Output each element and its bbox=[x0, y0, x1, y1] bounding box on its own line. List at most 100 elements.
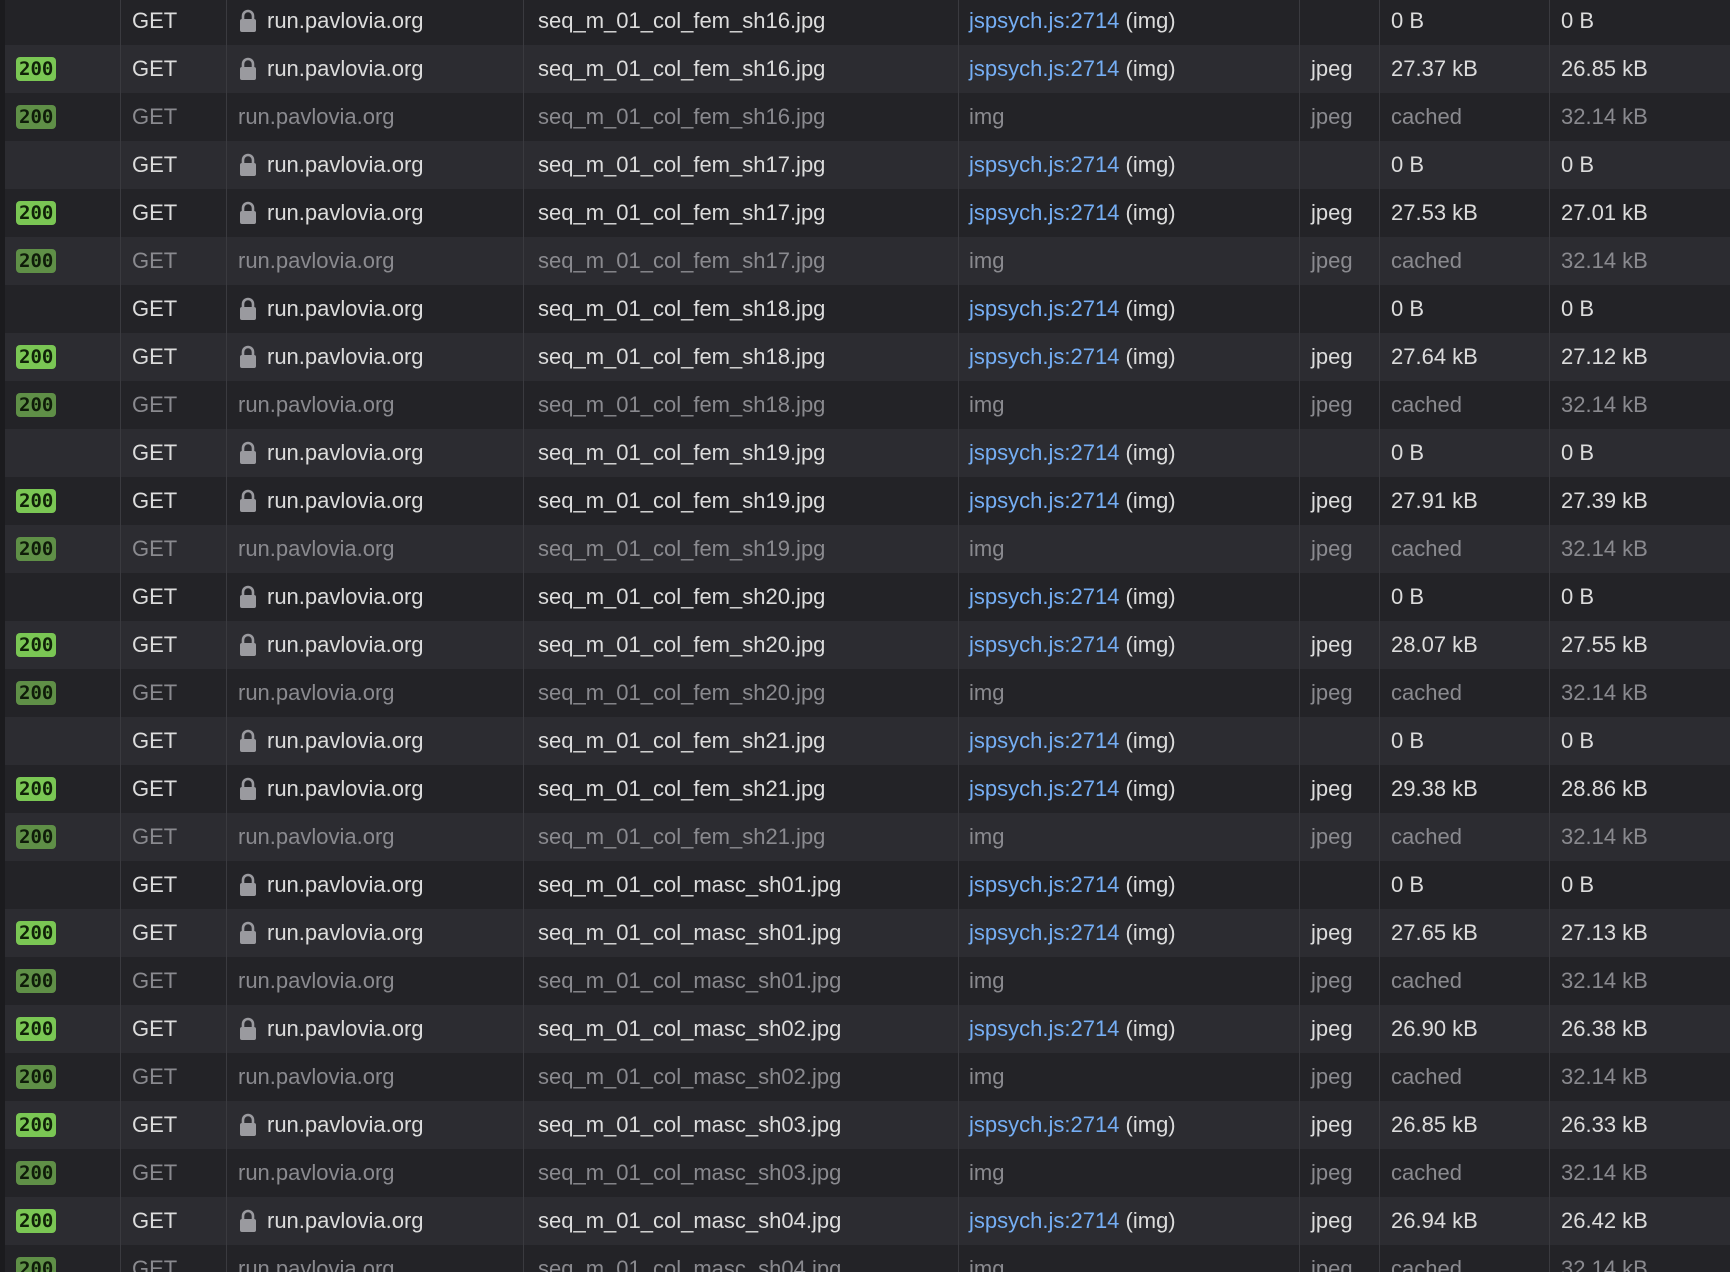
initiator-cell: img bbox=[959, 1149, 1300, 1197]
method-cell: GET bbox=[121, 525, 227, 573]
lock-icon bbox=[238, 297, 258, 321]
request-row[interactable]: 200 GET run.pavlovia.org seq_m_01_col_fe… bbox=[5, 93, 1730, 141]
domain-cell: run.pavlovia.org bbox=[227, 45, 524, 93]
lock-icon bbox=[238, 441, 258, 465]
initiator-link[interactable]: jspsych.js:2714 bbox=[969, 440, 1119, 466]
method-cell: GET bbox=[121, 1005, 227, 1053]
transferred-cell: 0 B bbox=[1380, 285, 1550, 333]
transferred-cell: 26.85 kB bbox=[1380, 1101, 1550, 1149]
initiator-link[interactable]: jspsych.js:2714 bbox=[969, 1016, 1119, 1042]
request-row[interactable]: GET run.pavlovia.org seq_m_01_col_fem_sh… bbox=[5, 285, 1730, 333]
request-row[interactable]: 200 GET run.pavlovia.org seq_m_01_col_fe… bbox=[5, 189, 1730, 237]
initiator-type: (img) bbox=[1119, 728, 1176, 753]
transferred-cell: 26.90 kB bbox=[1380, 1005, 1550, 1053]
initiator-link[interactable]: jspsych.js:2714 bbox=[969, 1112, 1119, 1138]
request-row[interactable]: 200 GET run.pavlovia.org seq_m_01_col_fe… bbox=[5, 45, 1730, 93]
initiator-link[interactable]: jspsych.js:2714 bbox=[969, 728, 1119, 754]
request-row[interactable]: 200 GET run.pavlovia.org seq_m_01_col_fe… bbox=[5, 765, 1730, 813]
network-request-list: GET run.pavlovia.org seq_m_01_col_fem_sh… bbox=[0, 0, 1730, 1272]
request-row[interactable]: 200 GET run.pavlovia.org seq_m_01_col_fe… bbox=[5, 525, 1730, 573]
method-cell: GET bbox=[121, 717, 227, 765]
request-row[interactable]: 200 GET run.pavlovia.org seq_m_01_col_fe… bbox=[5, 237, 1730, 285]
transferred-cell: 0 B bbox=[1380, 861, 1550, 909]
request-row[interactable]: 200 GET run.pavlovia.org seq_m_01_col_fe… bbox=[5, 621, 1730, 669]
request-row[interactable]: 200 GET run.pavlovia.org seq_m_01_col_fe… bbox=[5, 477, 1730, 525]
status-badge: 200 bbox=[16, 489, 57, 513]
request-row[interactable]: GET run.pavlovia.org seq_m_01_col_fem_sh… bbox=[5, 141, 1730, 189]
request-row[interactable]: GET run.pavlovia.org seq_m_01_col_fem_sh… bbox=[5, 573, 1730, 621]
status-badge: 200 bbox=[16, 1161, 57, 1185]
domain-text: run.pavlovia.org bbox=[267, 152, 424, 177]
initiator-link[interactable]: jspsych.js:2714 bbox=[969, 632, 1119, 658]
request-row[interactable]: 200 GET run.pavlovia.org seq_m_01_col_ma… bbox=[5, 1197, 1730, 1245]
request-row[interactable]: 200 GET run.pavlovia.org seq_m_01_col_ma… bbox=[5, 1149, 1730, 1197]
request-row[interactable]: 200 GET run.pavlovia.org seq_m_01_col_ma… bbox=[5, 1101, 1730, 1149]
file-cell: seq_m_01_col_fem_sh16.jpg bbox=[524, 0, 959, 45]
request-row[interactable]: 200 GET run.pavlovia.org seq_m_01_col_fe… bbox=[5, 813, 1730, 861]
request-row[interactable]: 200 GET run.pavlovia.org seq_m_01_col_ma… bbox=[5, 1053, 1730, 1101]
type-cell: jpeg bbox=[1300, 813, 1380, 861]
request-row[interactable]: 200 GET run.pavlovia.org seq_m_01_col_ma… bbox=[5, 957, 1730, 1005]
initiator-link[interactable]: jspsych.js:2714 bbox=[969, 152, 1119, 178]
request-row[interactable]: 200 GET run.pavlovia.org seq_m_01_col_ma… bbox=[5, 1005, 1730, 1053]
initiator-type: img bbox=[969, 104, 1005, 129]
status-badge: 200 bbox=[16, 633, 57, 657]
status-badge: 200 bbox=[16, 825, 57, 849]
status-cell bbox=[5, 717, 121, 765]
initiator-link[interactable]: jspsych.js:2714 bbox=[969, 1208, 1119, 1234]
type-cell bbox=[1300, 573, 1380, 621]
size-cell: 32.14 kB bbox=[1561, 248, 1648, 273]
initiator-link[interactable]: jspsych.js:2714 bbox=[969, 8, 1119, 34]
domain-cell: run.pavlovia.org bbox=[227, 381, 524, 429]
method-cell: GET bbox=[121, 1245, 227, 1272]
lock-icon bbox=[238, 1017, 258, 1041]
size-cell: 27.12 kB bbox=[1561, 344, 1648, 369]
request-row[interactable]: 200 GET run.pavlovia.org seq_m_01_col_fe… bbox=[5, 333, 1730, 381]
initiator-link[interactable]: jspsych.js:2714 bbox=[969, 200, 1119, 226]
transferred-cell: 26.94 kB bbox=[1380, 1197, 1550, 1245]
initiator-type: img bbox=[969, 1064, 1005, 1089]
initiator-link[interactable]: jspsych.js:2714 bbox=[969, 344, 1119, 370]
request-row[interactable]: 200 GET run.pavlovia.org seq_m_01_col_fe… bbox=[5, 669, 1730, 717]
size-cell: 32.14 kB bbox=[1561, 1064, 1648, 1089]
initiator-cell: jspsych.js:2714 (img) bbox=[959, 621, 1300, 669]
transferred-cell: 0 B bbox=[1380, 141, 1550, 189]
request-row[interactable]: 200 GET run.pavlovia.org seq_m_01_col_ma… bbox=[5, 909, 1730, 957]
domain-cell: run.pavlovia.org bbox=[227, 1101, 524, 1149]
request-row[interactable]: GET run.pavlovia.org seq_m_01_col_masc_s… bbox=[5, 861, 1730, 909]
domain-text: run.pavlovia.org bbox=[267, 56, 424, 81]
request-row[interactable]: GET run.pavlovia.org seq_m_01_col_fem_sh… bbox=[5, 429, 1730, 477]
initiator-cell: jspsych.js:2714 (img) bbox=[959, 0, 1300, 45]
initiator-type: (img) bbox=[1119, 56, 1176, 81]
status-cell bbox=[5, 141, 121, 189]
request-row[interactable]: 200 GET run.pavlovia.org seq_m_01_col_fe… bbox=[5, 381, 1730, 429]
request-row[interactable]: GET run.pavlovia.org seq_m_01_col_fem_sh… bbox=[5, 0, 1730, 45]
initiator-link[interactable]: jspsych.js:2714 bbox=[969, 920, 1119, 946]
status-cell: 200 bbox=[5, 765, 121, 813]
initiator-link[interactable]: jspsych.js:2714 bbox=[969, 296, 1119, 322]
transferred-cell: cached bbox=[1380, 237, 1550, 285]
domain-cell: run.pavlovia.org bbox=[227, 957, 524, 1005]
initiator-link[interactable]: jspsych.js:2714 bbox=[969, 488, 1119, 514]
domain-cell: run.pavlovia.org bbox=[227, 141, 524, 189]
initiator-type: img bbox=[969, 824, 1005, 849]
status-badge: 200 bbox=[16, 201, 57, 225]
initiator-link[interactable]: jspsych.js:2714 bbox=[969, 776, 1119, 802]
initiator-link[interactable]: jspsych.js:2714 bbox=[969, 872, 1119, 898]
initiator-link[interactable]: jspsych.js:2714 bbox=[969, 584, 1119, 610]
initiator-type: (img) bbox=[1119, 872, 1176, 897]
initiator-type: img bbox=[969, 248, 1005, 273]
domain-cell: run.pavlovia.org bbox=[227, 1245, 524, 1272]
initiator-link[interactable]: jspsych.js:2714 bbox=[969, 56, 1119, 82]
method-cell: GET bbox=[121, 669, 227, 717]
file-cell: seq_m_01_col_fem_sh19.jpg bbox=[524, 477, 959, 525]
request-row[interactable]: 200 GET run.pavlovia.org seq_m_01_col_ma… bbox=[5, 1245, 1730, 1272]
method-cell: GET bbox=[121, 189, 227, 237]
status-badge: 200 bbox=[16, 921, 57, 945]
transferred-cell: cached bbox=[1380, 1149, 1550, 1197]
size-cell: 0 B bbox=[1561, 440, 1595, 465]
initiator-cell: jspsych.js:2714 (img) bbox=[959, 1197, 1300, 1245]
request-row[interactable]: GET run.pavlovia.org seq_m_01_col_fem_sh… bbox=[5, 717, 1730, 765]
transferred-cell: cached bbox=[1380, 525, 1550, 573]
initiator-cell: jspsych.js:2714 (img) bbox=[959, 45, 1300, 93]
